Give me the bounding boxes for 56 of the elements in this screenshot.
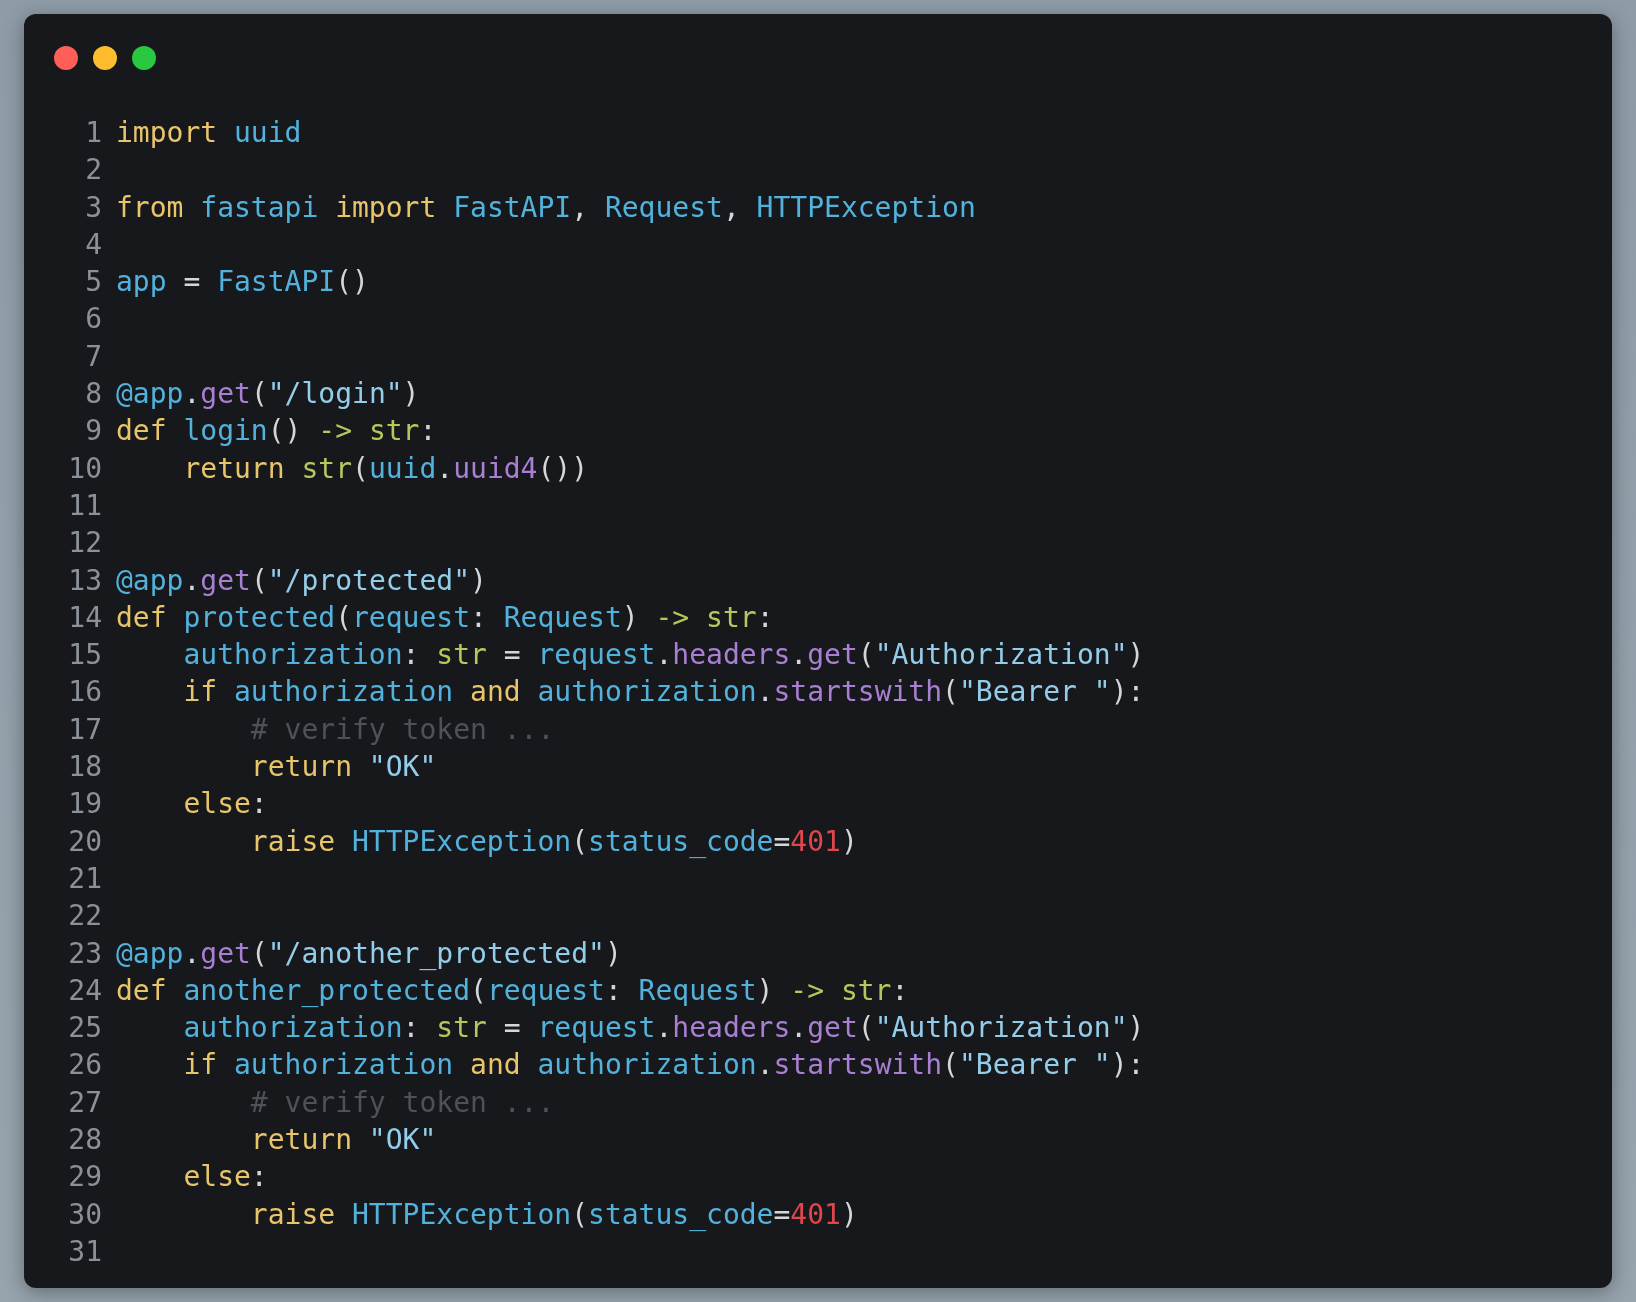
- line-number: 28: [67, 1122, 102, 1158]
- line-number: 24: [67, 972, 102, 1009]
- line-number: 30: [67, 1196, 102, 1233]
- line-number: 12: [67, 525, 102, 562]
- line-number: 15: [67, 637, 102, 674]
- line-number: 9: [84, 413, 102, 450]
- code-line: def another_protected(request: Request) -> str:: [116, 972, 909, 1009]
- code-line: return "OK": [249, 1122, 437, 1158]
- code-line: if authorization and authorization.startswith("Bearer "):: [182, 674, 1145, 711]
- line-number: 14: [67, 599, 102, 636]
- code-line: authorization: str = request.headers.get("Authorization"): [182, 1010, 1145, 1047]
- line-number: 21: [67, 860, 102, 897]
- maximize-icon[interactable]: [132, 46, 156, 70]
- code-line: return str(uuid.uuid4()): [182, 450, 589, 487]
- code-line: raise HTTPException(status_code=401): [249, 823, 858, 860]
- line-number: 20: [67, 823, 102, 860]
- code-line: return "OK": [249, 749, 437, 786]
- line-number: 13: [67, 562, 102, 599]
- line-number: 29: [67, 1159, 102, 1196]
- line-number: 1: [84, 115, 102, 151]
- line-number: 7: [84, 338, 102, 375]
- line-number: 17: [67, 711, 102, 748]
- line-number: 5: [84, 264, 102, 301]
- line-number: 23: [67, 935, 102, 972]
- code-line: # verify token ...: [249, 711, 555, 748]
- line-number: 6: [84, 301, 102, 338]
- line-number: 22: [67, 898, 102, 935]
- code-line: raise HTTPException(status_code=401): [249, 1196, 858, 1233]
- line-number: 19: [67, 786, 102, 823]
- code-line: # verify token ...: [249, 1084, 555, 1121]
- line-number: 18: [67, 749, 102, 786]
- line-number: 16: [67, 674, 102, 711]
- line-number: 26: [67, 1047, 102, 1084]
- code-line: import uuid: [116, 115, 302, 151]
- line-number: 4: [84, 226, 102, 263]
- line-number: 11: [67, 487, 102, 524]
- code-line: else:: [182, 1159, 268, 1196]
- line-number: 10: [67, 450, 102, 487]
- code-line: app = FastAPI(): [116, 264, 369, 301]
- code-line: authorization: str = request.headers.get("Authorization"): [182, 637, 1145, 674]
- code-line: if authorization and authorization.startswith("Bearer "):: [182, 1047, 1145, 1084]
- line-number: 27: [67, 1084, 102, 1121]
- code-line: @app.get("/login"): [116, 376, 420, 413]
- line-number: 3: [84, 189, 102, 226]
- line-number: 8: [84, 376, 102, 413]
- code-line: from fastapi import FastAPI, Request, HTTPException: [116, 189, 976, 226]
- code-line: @app.get("/protected"): [116, 562, 487, 599]
- minimize-icon[interactable]: [93, 46, 117, 70]
- line-number: 25: [67, 1010, 102, 1047]
- close-icon[interactable]: [54, 46, 78, 70]
- code-line: def protected(request: Request) -> str:: [116, 599, 774, 636]
- code-line: def login() -> str:: [116, 413, 437, 450]
- line-number: 31: [67, 1233, 102, 1270]
- code-line: @app.get("/another_protected"): [116, 935, 622, 972]
- code-line: else:: [182, 786, 268, 823]
- line-number: 2: [84, 152, 102, 189]
